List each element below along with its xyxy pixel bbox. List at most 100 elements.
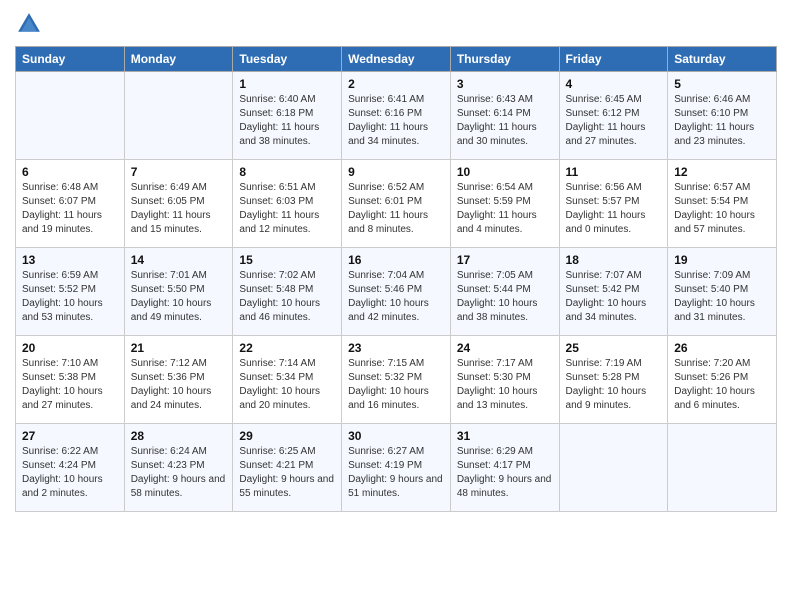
day-number: 17 bbox=[457, 253, 553, 267]
day-info: Sunrise: 6:59 AMSunset: 5:52 PMDaylight:… bbox=[22, 269, 118, 325]
calendar-cell: 21 Sunrise: 7:12 AMSunset: 5:36 PMDayligh… bbox=[124, 336, 233, 424]
weekday-header-sunday: Sunday bbox=[16, 47, 125, 72]
calendar-cell: 24Sunrise: 7:17 AMSunset: 5:30 PMDayligh… bbox=[450, 336, 559, 424]
day-number: 22 bbox=[239, 341, 335, 355]
day-number: 15 bbox=[239, 253, 335, 267]
calendar-cell: 20 Sunrise: 7:10 AMSunset: 5:38 PMDayligh… bbox=[16, 336, 125, 424]
day-info: Sunrise: 7:19 AMSunset: 5:28 PMDaylight:… bbox=[566, 357, 662, 413]
calendar-cell: 19 Sunrise: 7:09 AMSunset: 5:40 PMDayligh… bbox=[668, 248, 777, 336]
weekday-header-monday: Monday bbox=[124, 47, 233, 72]
day-number: 28 bbox=[131, 429, 227, 443]
page-header bbox=[15, 10, 777, 38]
day-number: 25 bbox=[566, 341, 662, 355]
weekday-header-wednesday: Wednesday bbox=[342, 47, 451, 72]
day-info: Sunrise: 6:51 AMSunset: 6:03 PMDaylight:… bbox=[239, 181, 335, 237]
day-number: 9 bbox=[348, 165, 444, 179]
day-info: Sunrise: 6:49 AMSunset: 6:05 PMDaylight:… bbox=[131, 181, 227, 237]
day-info: Sunrise: 7:02 AMSunset: 5:48 PMDaylight:… bbox=[239, 269, 335, 325]
day-info: Sunrise: 6:25 AMSunset: 4:21 PMDaylight:… bbox=[239, 445, 335, 501]
day-number: 2 bbox=[348, 77, 444, 91]
day-number: 26 bbox=[674, 341, 770, 355]
day-number: 24 bbox=[457, 341, 553, 355]
day-number: 21 bbox=[131, 341, 227, 355]
calendar-cell: 15 Sunrise: 7:02 AMSunset: 5:48 PMDayligh… bbox=[233, 248, 342, 336]
day-number: 11 bbox=[566, 165, 662, 179]
day-number: 4 bbox=[566, 77, 662, 91]
calendar-cell: 4Sunrise: 6:45 AMSunset: 6:12 PMDaylight… bbox=[559, 72, 668, 160]
weekday-header-thursday: Thursday bbox=[450, 47, 559, 72]
calendar-cell bbox=[16, 72, 125, 160]
day-info: Sunrise: 7:15 AMSunset: 5:32 PMDaylight:… bbox=[348, 357, 444, 413]
day-number: 10 bbox=[457, 165, 553, 179]
day-info: Sunrise: 6:22 AMSunset: 4:24 PMDaylight:… bbox=[22, 445, 118, 501]
day-number: 19 bbox=[674, 253, 770, 267]
calendar-week-row: 1 Sunrise: 6:40 AMSunset: 6:18 PMDaylight… bbox=[16, 72, 777, 160]
day-info: Sunrise: 7:14 AMSunset: 5:34 PMDaylight:… bbox=[239, 357, 335, 413]
calendar-week-row: 13 Sunrise: 6:59 AMSunset: 5:52 PMDayligh… bbox=[16, 248, 777, 336]
calendar-cell: 29Sunrise: 6:25 AMSunset: 4:21 PMDayligh… bbox=[233, 424, 342, 512]
day-info: Sunrise: 6:48 AMSunset: 6:07 PMDaylight:… bbox=[22, 181, 118, 237]
day-number: 27 bbox=[22, 429, 118, 443]
logo-icon bbox=[15, 10, 43, 38]
weekday-header-friday: Friday bbox=[559, 47, 668, 72]
calendar-cell bbox=[124, 72, 233, 160]
day-info: Sunrise: 6:41 AMSunset: 6:16 PMDaylight:… bbox=[348, 93, 444, 149]
weekday-header-tuesday: Tuesday bbox=[233, 47, 342, 72]
calendar-week-row: 27 Sunrise: 6:22 AMSunset: 4:24 PMDayligh… bbox=[16, 424, 777, 512]
day-number: 1 bbox=[239, 77, 335, 91]
day-number: 31 bbox=[457, 429, 553, 443]
day-number: 16 bbox=[348, 253, 444, 267]
day-info: Sunrise: 7:04 AMSunset: 5:46 PMDaylight:… bbox=[348, 269, 444, 325]
day-info: Sunrise: 6:56 AMSunset: 5:57 PMDaylight:… bbox=[566, 181, 662, 237]
calendar-cell: 10 Sunrise: 6:54 AMSunset: 5:59 PMDayligh… bbox=[450, 160, 559, 248]
calendar-cell: 5Sunrise: 6:46 AMSunset: 6:10 PMDaylight… bbox=[668, 72, 777, 160]
calendar-cell: 2 Sunrise: 6:41 AMSunset: 6:16 PMDaylight… bbox=[342, 72, 451, 160]
day-info: Sunrise: 7:07 AMSunset: 5:42 PMDaylight:… bbox=[566, 269, 662, 325]
day-info: Sunrise: 6:57 AMSunset: 5:54 PMDaylight:… bbox=[674, 181, 770, 237]
day-info: Sunrise: 6:40 AMSunset: 6:18 PMDaylight:… bbox=[239, 93, 335, 149]
day-number: 20 bbox=[22, 341, 118, 355]
logo bbox=[15, 10, 47, 38]
calendar-cell: 26 Sunrise: 7:20 AMSunset: 5:26 PMDayligh… bbox=[668, 336, 777, 424]
day-info: Sunrise: 7:01 AMSunset: 5:50 PMDaylight:… bbox=[131, 269, 227, 325]
calendar-cell: 11 Sunrise: 6:56 AMSunset: 5:57 PMDayligh… bbox=[559, 160, 668, 248]
day-info: Sunrise: 6:29 AMSunset: 4:17 PMDaylight:… bbox=[457, 445, 553, 501]
day-number: 14 bbox=[131, 253, 227, 267]
calendar-cell: 16 Sunrise: 7:04 AMSunset: 5:46 PMDayligh… bbox=[342, 248, 451, 336]
day-info: Sunrise: 7:09 AMSunset: 5:40 PMDaylight:… bbox=[674, 269, 770, 325]
calendar-cell: 9 Sunrise: 6:52 AMSunset: 6:01 PMDaylight… bbox=[342, 160, 451, 248]
calendar-cell: 3 Sunrise: 6:43 AMSunset: 6:14 PMDaylight… bbox=[450, 72, 559, 160]
day-info: Sunrise: 6:52 AMSunset: 6:01 PMDaylight:… bbox=[348, 181, 444, 237]
calendar-cell: 25 Sunrise: 7:19 AMSunset: 5:28 PMDayligh… bbox=[559, 336, 668, 424]
day-info: Sunrise: 7:20 AMSunset: 5:26 PMDaylight:… bbox=[674, 357, 770, 413]
day-number: 6 bbox=[22, 165, 118, 179]
day-info: Sunrise: 6:46 AMSunset: 6:10 PMDaylight:… bbox=[674, 93, 770, 149]
calendar-cell: 18 Sunrise: 7:07 AMSunset: 5:42 PMDayligh… bbox=[559, 248, 668, 336]
day-number: 3 bbox=[457, 77, 553, 91]
calendar-cell: 12 Sunrise: 6:57 AMSunset: 5:54 PMDayligh… bbox=[668, 160, 777, 248]
weekday-header-saturday: Saturday bbox=[668, 47, 777, 72]
calendar-cell: 30Sunrise: 6:27 AMSunset: 4:19 PMDayligh… bbox=[342, 424, 451, 512]
calendar-cell: 22 Sunrise: 7:14 AMSunset: 5:34 PMDayligh… bbox=[233, 336, 342, 424]
day-number: 7 bbox=[131, 165, 227, 179]
calendar-cell: 6 Sunrise: 6:48 AMSunset: 6:07 PMDaylight… bbox=[16, 160, 125, 248]
day-info: Sunrise: 6:27 AMSunset: 4:19 PMDaylight:… bbox=[348, 445, 444, 501]
calendar-cell: 8 Sunrise: 6:51 AMSunset: 6:03 PMDaylight… bbox=[233, 160, 342, 248]
calendar-week-row: 6 Sunrise: 6:48 AMSunset: 6:07 PMDaylight… bbox=[16, 160, 777, 248]
calendar-week-row: 20 Sunrise: 7:10 AMSunset: 5:38 PMDayligh… bbox=[16, 336, 777, 424]
calendar-cell: 14 Sunrise: 7:01 AMSunset: 5:50 PMDayligh… bbox=[124, 248, 233, 336]
day-number: 12 bbox=[674, 165, 770, 179]
day-info: Sunrise: 6:54 AMSunset: 5:59 PMDaylight:… bbox=[457, 181, 553, 237]
calendar-cell bbox=[668, 424, 777, 512]
calendar-cell bbox=[559, 424, 668, 512]
day-number: 13 bbox=[22, 253, 118, 267]
calendar-cell: 1 Sunrise: 6:40 AMSunset: 6:18 PMDaylight… bbox=[233, 72, 342, 160]
calendar-cell: 7 Sunrise: 6:49 AMSunset: 6:05 PMDaylight… bbox=[124, 160, 233, 248]
day-number: 18 bbox=[566, 253, 662, 267]
day-info: Sunrise: 7:10 AMSunset: 5:38 PMDaylight:… bbox=[22, 357, 118, 413]
day-number: 8 bbox=[239, 165, 335, 179]
day-info: Sunrise: 7:12 AMSunset: 5:36 PMDaylight:… bbox=[131, 357, 227, 413]
calendar-cell: 17Sunrise: 7:05 AMSunset: 5:44 PMDayligh… bbox=[450, 248, 559, 336]
day-info: Sunrise: 6:43 AMSunset: 6:14 PMDaylight:… bbox=[457, 93, 553, 149]
day-number: 23 bbox=[348, 341, 444, 355]
